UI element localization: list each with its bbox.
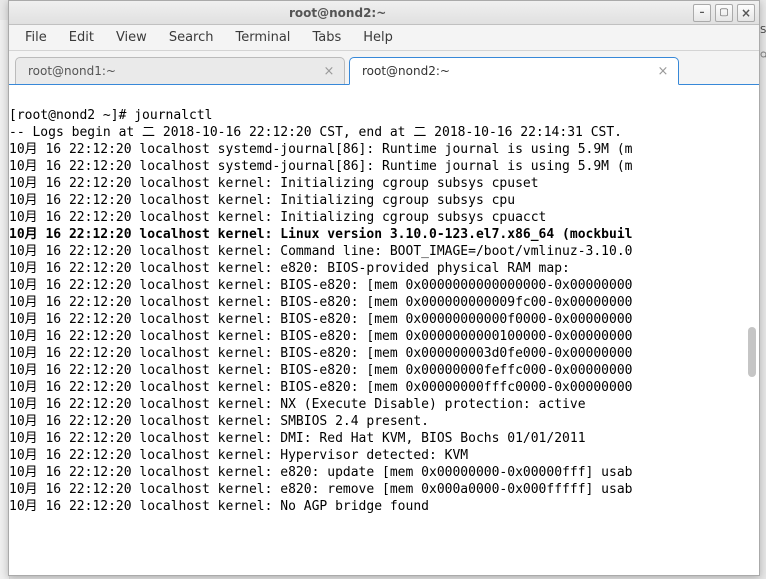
tab-close-icon[interactable]: × — [656, 64, 670, 78]
terminal-line: 10月 16 22:12:20 localhost kernel: BIOS-e… — [9, 277, 753, 294]
terminal-line: 10月 16 22:12:20 localhost kernel: Initia… — [9, 192, 753, 209]
tab-label: root@nond2:~ — [362, 64, 656, 78]
titlebar[interactable]: root@nond2:~ – ▢ × — [9, 1, 759, 25]
menubar: File Edit View Search Terminal Tabs Help — [9, 25, 759, 51]
terminal-line: 10月 16 22:12:20 localhost kernel: BIOS-e… — [9, 328, 753, 345]
menu-help[interactable]: Help — [353, 27, 403, 48]
terminal-area: [root@nond2 ~]# journalctl-- Logs begin … — [9, 85, 759, 575]
menu-edit[interactable]: Edit — [59, 27, 104, 48]
terminal-line: 10月 16 22:12:20 localhost systemd-journa… — [9, 141, 753, 158]
terminal-line: 10月 16 22:12:20 localhost kernel: BIOS-e… — [9, 311, 753, 328]
scrollbar[interactable] — [747, 107, 757, 567]
terminal-output[interactable]: [root@nond2 ~]# journalctl-- Logs begin … — [9, 85, 759, 575]
scrollbar-thumb[interactable] — [748, 327, 756, 377]
menu-tabs[interactable]: Tabs — [302, 27, 351, 48]
terminal-line: 10月 16 22:12:20 localhost kernel: Comman… — [9, 243, 753, 260]
menu-view[interactable]: View — [106, 27, 157, 48]
terminal-line: 10月 16 22:12:20 localhost kernel: e820: … — [9, 260, 753, 277]
terminal-line: 10月 16 22:12:20 localhost kernel: No AGP… — [9, 498, 753, 515]
terminal-line: -- Logs begin at 二 2018-10-16 22:12:20 C… — [9, 124, 753, 141]
menu-file[interactable]: File — [15, 27, 57, 48]
menu-search[interactable]: Search — [159, 27, 224, 48]
search-icon[interactable] — [760, 46, 766, 64]
terminal-line: 10月 16 22:12:20 localhost kernel: NX (Ex… — [9, 396, 753, 413]
terminal-line: 10月 16 22:12:20 localhost kernel: BIOS-e… — [9, 362, 753, 379]
maximize-button[interactable]: ▢ — [715, 4, 733, 22]
terminal-line: 10月 16 22:12:20 localhost kernel: BIOS-e… — [9, 294, 753, 311]
tab-label: root@nond1:~ — [28, 64, 322, 78]
terminal-line: 10月 16 22:12:20 localhost kernel: BIOS-e… — [9, 345, 753, 362]
window-title: root@nond2:~ — [289, 6, 689, 20]
terminal-line: 10月 16 22:12:20 localhost kernel: Initia… — [9, 175, 753, 192]
close-button[interactable]: × — [737, 4, 755, 22]
terminal-line: 10月 16 22:12:20 localhost kernel: e820: … — [9, 481, 753, 498]
bg-right-label: SD — [760, 20, 766, 40]
terminal-line: 10月 16 22:12:20 localhost kernel: DMI: R… — [9, 430, 753, 447]
menu-terminal[interactable]: Terminal — [225, 27, 300, 48]
terminal-line: [root@nond2 ~]# journalctl — [9, 107, 753, 124]
terminal-line: 10月 16 22:12:20 localhost systemd-journa… — [9, 158, 753, 175]
tab-close-icon[interactable]: × — [322, 64, 336, 78]
terminal-line: 10月 16 22:12:20 localhost kernel: BIOS-e… — [9, 379, 753, 396]
minimize-button[interactable]: – — [693, 4, 711, 22]
terminal-line: 10月 16 22:12:20 localhost kernel: e820: … — [9, 464, 753, 481]
terminal-window: root@nond2:~ – ▢ × File Edit View Search… — [8, 0, 760, 576]
terminal-line: 10月 16 22:12:20 localhost kernel: Hyperv… — [9, 447, 753, 464]
tab-nond2[interactable]: root@nond2:~ × — [349, 57, 679, 85]
tabstrip: root@nond1:~ × root@nond2:~ × — [9, 51, 759, 85]
terminal-line: 10月 16 22:12:20 localhost kernel: Linux … — [9, 226, 753, 243]
terminal-line: 10月 16 22:12:20 localhost kernel: SMBIOS… — [9, 413, 753, 430]
tab-nond1[interactable]: root@nond1:~ × — [15, 57, 345, 84]
terminal-line: 10月 16 22:12:20 localhost kernel: Initia… — [9, 209, 753, 226]
